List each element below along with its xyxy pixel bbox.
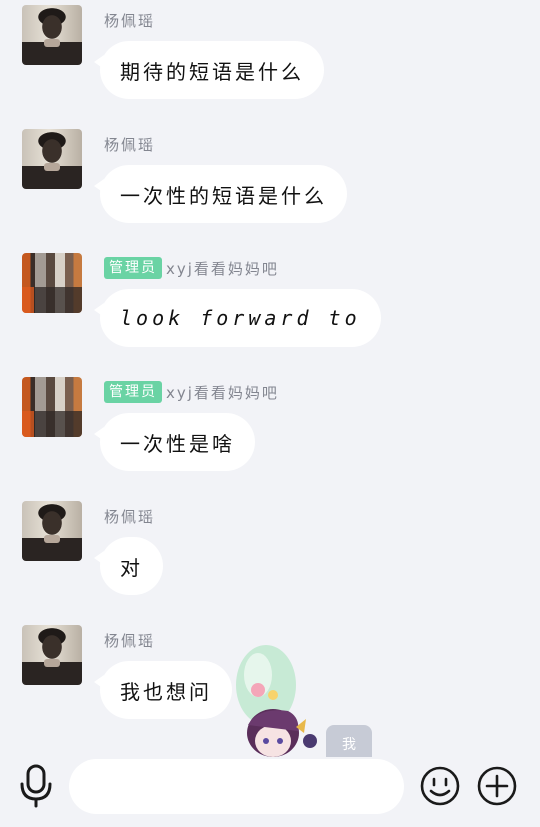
sender-nameline: 杨佩瑶 [104, 9, 155, 31]
sender-nameline: 杨佩瑶 [104, 133, 155, 155]
chat-message: 杨佩瑶 对 [0, 501, 540, 611]
sender-avatar[interactable] [22, 5, 82, 65]
microphone-icon[interactable] [17, 764, 57, 808]
chat-message: 管理员 xyj看看妈妈吧 一次性是啥 [0, 377, 540, 487]
plus-icon[interactable] [477, 766, 517, 806]
message-bubble[interactable]: 期待的短语是什么 [94, 41, 324, 99]
sender-name[interactable]: 杨佩瑶 [104, 134, 155, 155]
message-input[interactable] [69, 759, 404, 814]
admin-badge: 管理员 [104, 257, 162, 279]
chat-message: 杨佩瑶 期待的短语是什么 [0, 5, 540, 115]
sender-name[interactable]: 杨佩瑶 [104, 10, 155, 31]
sender-name[interactable]: 杨佩瑶 [104, 630, 155, 651]
message-bubble[interactable]: 一次性是啥 [94, 413, 255, 471]
sender-avatar[interactable] [22, 625, 82, 685]
sender-name[interactable]: 杨佩瑶 [104, 506, 155, 527]
bottom-input-bar [0, 757, 540, 827]
sender-avatar[interactable] [22, 377, 82, 437]
sender-avatar[interactable] [22, 253, 82, 313]
anime-girl-sticker[interactable] [228, 645, 323, 757]
chat-message-list[interactable]: 杨佩瑶 期待的短语是什么 杨佩瑶 一次性的短语是什么 管理员 xyj看看妈妈吧 … [0, 0, 540, 757]
sender-nameline: 管理员 xyj看看妈妈吧 [104, 257, 279, 279]
chat-message: 杨佩瑶 一次性的短语是什么 [0, 129, 540, 239]
sender-nameline: 杨佩瑶 [104, 505, 155, 527]
sender-name[interactable]: xyj看看妈妈吧 [166, 382, 279, 403]
message-bubble[interactable]: 对 [94, 537, 163, 595]
sender-avatar[interactable] [22, 501, 82, 561]
emoji-icon[interactable] [420, 766, 460, 806]
sender-avatar[interactable] [22, 129, 82, 189]
message-bubble[interactable]: 我也想问 [94, 661, 232, 719]
chat-message: 管理员 xyj看看妈妈吧 look forward to [0, 253, 540, 363]
sender-name[interactable]: xyj看看妈妈吧 [166, 258, 279, 279]
sender-nameline: 管理员 xyj看看妈妈吧 [104, 381, 279, 403]
sticker-caption: 我 [326, 725, 372, 757]
message-bubble[interactable]: 一次性的短语是什么 [94, 165, 347, 223]
sender-nameline: 杨佩瑶 [104, 629, 155, 651]
admin-badge: 管理员 [104, 381, 162, 403]
message-bubble[interactable]: look forward to [94, 289, 381, 347]
